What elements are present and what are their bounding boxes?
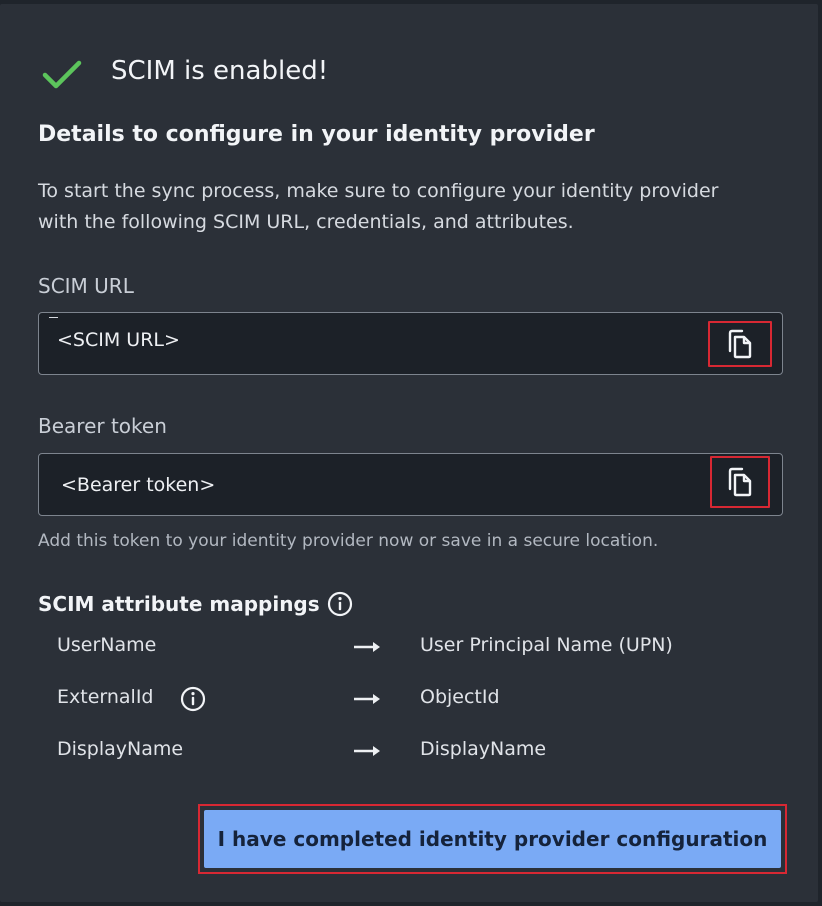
mapping-row: ExternalId ObjectId [57,686,757,716]
arrow-right-icon [354,746,380,756]
mapping-row: UserName User Principal Name (UPN) [57,634,757,664]
checkmark-icon [42,60,82,89]
bearer-token-value: <Bearer token> [61,474,216,496]
bearer-token-hint: Add this token to your identity provider… [38,531,659,551]
mapping-source: DisplayName [57,738,184,760]
scim-url-value: <SCIM URL> [57,329,180,351]
confirm-configuration-button[interactable]: I have completed identity provider confi… [204,810,781,868]
bearer-token-label: Bearer token [38,414,167,438]
section-description: To start the sync process, make sure to … [38,180,719,233]
mapping-target: DisplayName [420,738,547,760]
info-icon[interactable] [327,591,353,617]
text-cursor [49,317,58,318]
copy-icon [728,467,752,497]
scim-enabled-dialog: SCIM is enabled! Details to configure in… [0,4,818,902]
bearer-token-field[interactable]: <Bearer token> [38,453,783,516]
scim-url-label: SCIM URL [38,274,134,298]
mapping-target: ObjectId [420,686,500,708]
mappings-heading: SCIM attribute mappings [38,592,320,616]
copy-bearer-token-button[interactable] [710,456,770,508]
section-heading: Details to configure in your identity pr… [38,122,595,147]
mapping-source: ExternalId [57,686,154,708]
confirm-button-highlight: I have completed identity provider confi… [198,804,787,874]
dialog-title: SCIM is enabled! [111,56,329,86]
scim-url-field[interactable]: <SCIM URL> [38,312,783,375]
mapping-source: UserName [57,634,157,656]
copy-scim-url-button[interactable] [708,321,772,367]
arrow-right-icon [354,694,380,704]
mapping-target: User Principal Name (UPN) [420,634,673,656]
mapping-row: DisplayName DisplayName [57,738,757,768]
arrow-right-icon [354,642,380,652]
copy-icon [728,329,752,359]
info-icon[interactable] [180,686,206,712]
